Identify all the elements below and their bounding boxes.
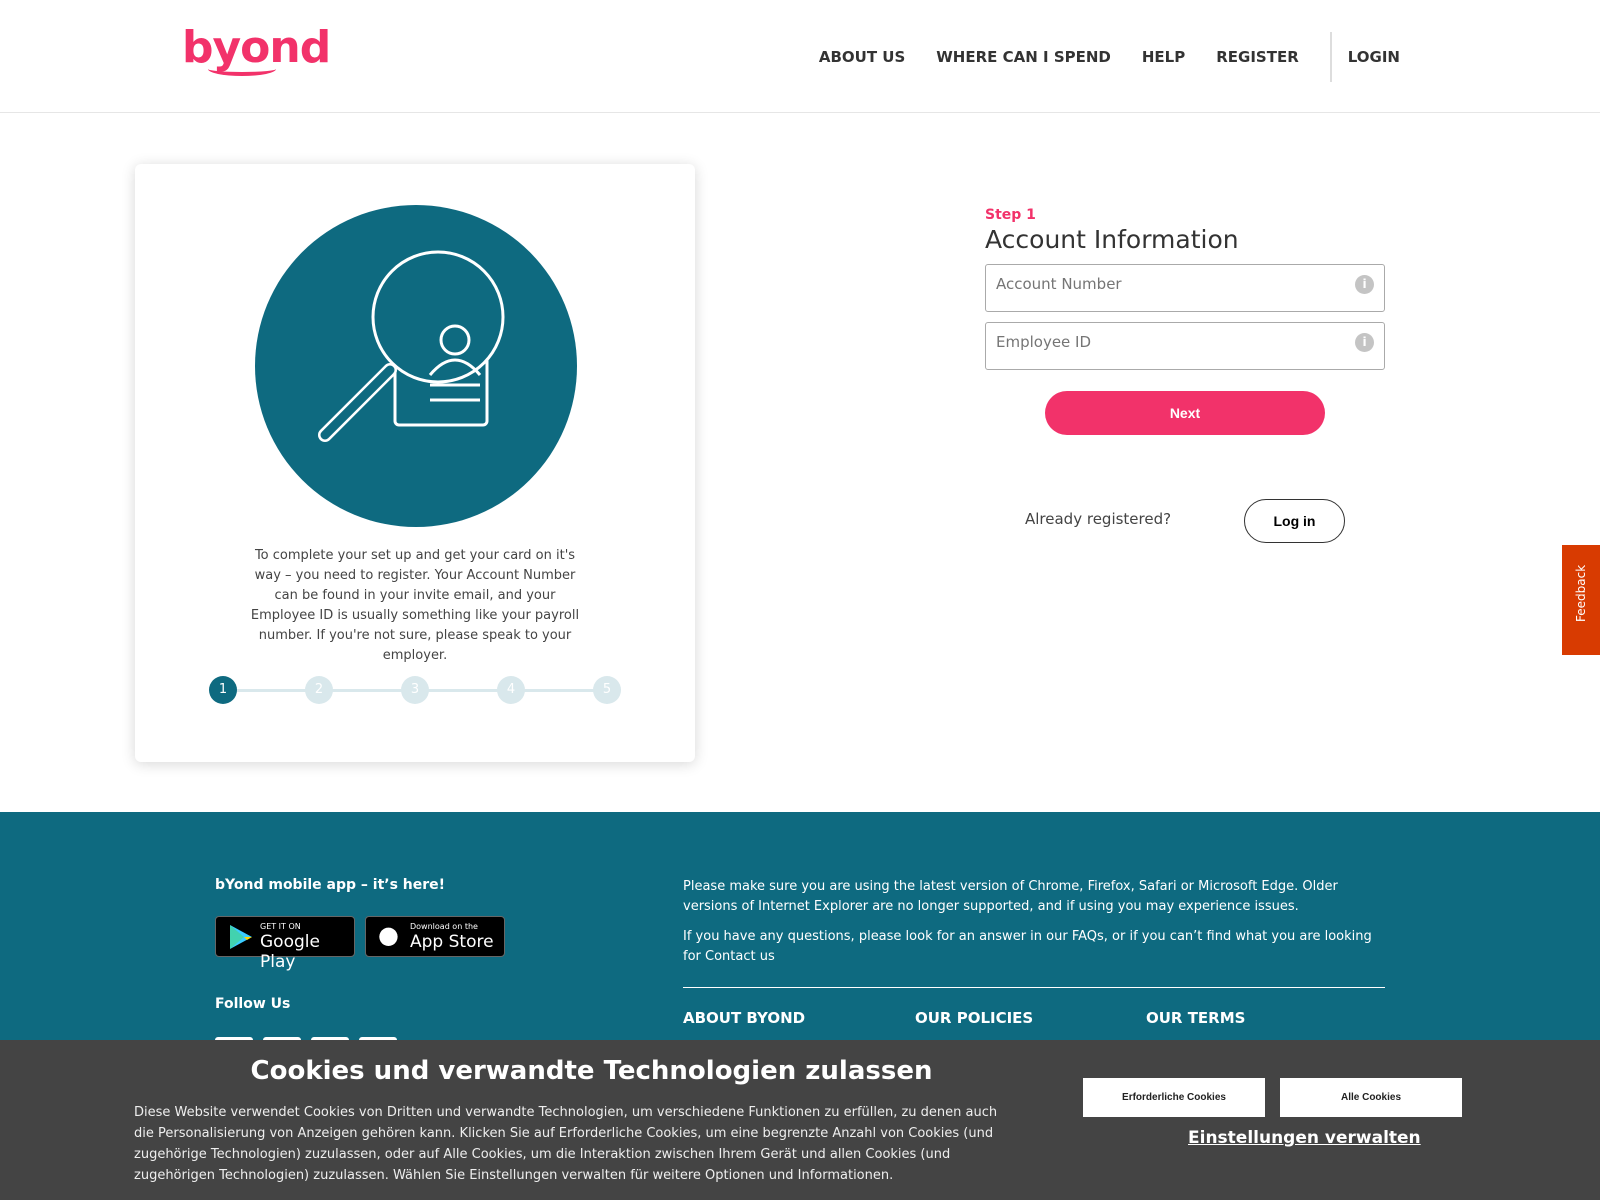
browser-info: Please make sure you are using the lates… (683, 877, 1383, 977)
cookie-title: Cookies und verwandte Technologien zulas… (250, 1056, 933, 1086)
registration-form: Step 1 Account Information i i Next Alre… (985, 207, 1385, 543)
search-document-illustration (255, 205, 577, 527)
step-3: 3 (401, 676, 429, 704)
faq-notice: If you have any questions, please look f… (683, 929, 1372, 964)
feedback-tab[interactable]: Feedback (1562, 545, 1600, 655)
nav-where-can-i-spend[interactable]: WHERE CAN I SPEND (936, 48, 1111, 66)
our-terms-heading[interactable]: OUR TERMS (1146, 1009, 1245, 1027)
log-in-button[interactable]: Log in (1244, 499, 1345, 543)
all-cookies-button[interactable]: Alle Cookies (1280, 1078, 1462, 1117)
cookie-banner: Cookies und verwandte Technologien zulas… (0, 1040, 1600, 1200)
required-cookies-button[interactable]: Erforderliche Cookies (1083, 1078, 1265, 1117)
nav-about-us[interactable]: ABOUT US (819, 48, 905, 66)
footer-divider (683, 987, 1385, 988)
about-byond-heading[interactable]: ABOUT BYOND (683, 1009, 805, 1027)
already-registered-label: Already registered? (1025, 510, 1172, 528)
info-card: To complete your set up and get your car… (135, 164, 695, 762)
info-icon[interactable]: i (1355, 333, 1374, 352)
logo-smile (208, 62, 276, 76)
step-2: 2 (305, 676, 333, 704)
account-number-field: i (985, 264, 1385, 312)
browser-notice: Please make sure you are using the lates… (683, 879, 1338, 914)
cookie-text: Diese Website verwendet Cookies von Drit… (134, 1105, 998, 1183)
magnifier-document-icon (318, 250, 505, 442)
info-icon[interactable]: i (1355, 275, 1374, 294)
google-play-button[interactable]: GET IT ON Google Play (215, 916, 355, 972)
main-nav: ABOUT US WHERE CAN I SPEND HELP REGISTER… (788, 32, 1400, 82)
step-progress: 1 2 3 4 5 (209, 676, 621, 704)
nav-divider (1329, 32, 1332, 82)
step-5: 5 (593, 676, 621, 704)
google-big-text: Google Play (260, 932, 320, 972)
apple-small-text: Download on the (410, 922, 478, 931)
nav-register[interactable]: REGISTER (1216, 48, 1299, 66)
header: byond ABOUT US WHERE CAN I SPEND HELP RE… (0, 0, 1600, 113)
apple-icon: ● (378, 921, 399, 949)
step-1: 1 (209, 676, 237, 704)
employee-id-field: i (985, 322, 1385, 370)
next-button[interactable]: Next (1045, 391, 1325, 435)
form-title: Account Information (985, 225, 1239, 254)
app-store-button[interactable]: ● Download on the App Store (365, 916, 505, 957)
register-instructions: To complete your set up and get your car… (250, 548, 580, 663)
manage-settings-link[interactable]: Einstellungen verwalten (1188, 1128, 1421, 1148)
nav-help[interactable]: HELP (1142, 48, 1185, 66)
our-policies-heading[interactable]: OUR POLICIES (915, 1009, 1033, 1027)
google-play-icon (230, 925, 252, 949)
nav-login[interactable]: LOGIN (1348, 48, 1400, 66)
google-small-text: GET IT ON (260, 922, 301, 931)
app-title: bYond mobile app – it’s here! (215, 877, 446, 893)
step-4: 4 (497, 676, 525, 704)
follow-us-label: Follow Us (215, 996, 291, 1012)
step-label: Step 1 (985, 207, 1036, 223)
account-number-input[interactable] (986, 265, 1384, 311)
apple-big-text: App Store (410, 932, 494, 952)
employee-id-input[interactable] (986, 323, 1384, 369)
